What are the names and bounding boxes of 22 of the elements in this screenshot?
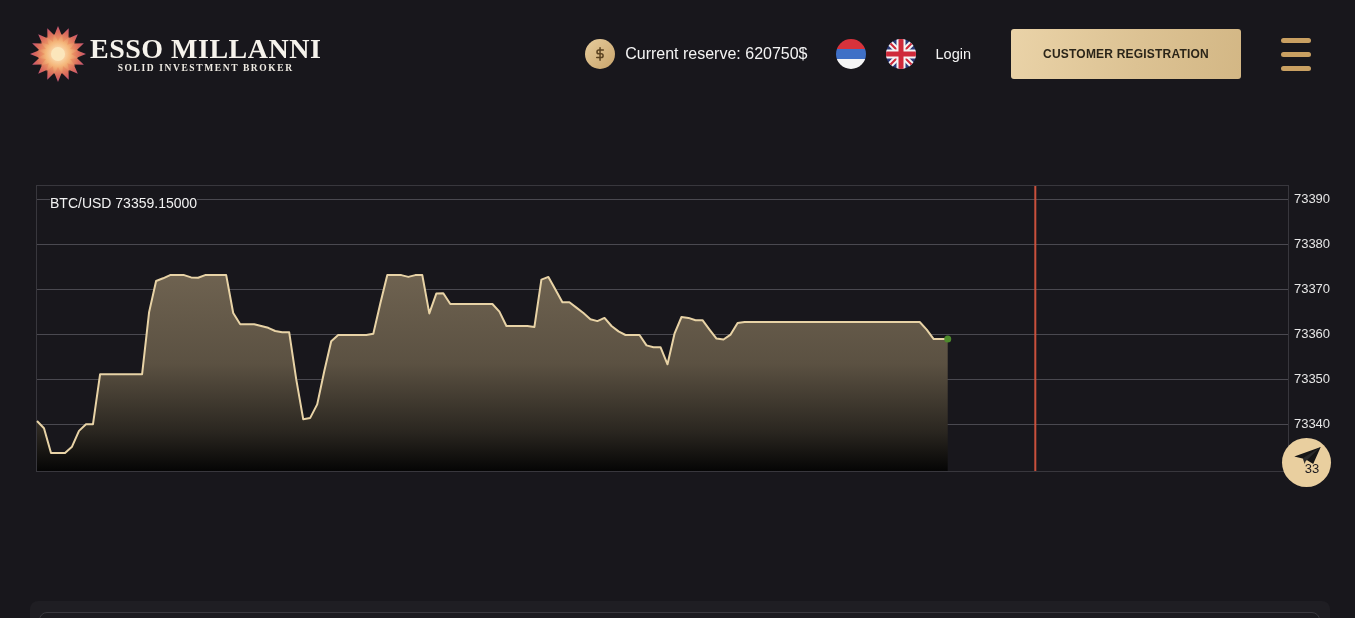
- send-message-button[interactable]: [1282, 438, 1331, 487]
- sunburst-logo-icon: [30, 26, 86, 82]
- paper-plane-icon: [1294, 446, 1321, 464]
- y-axis-label: 73360: [1293, 327, 1331, 342]
- customer-registration-button[interactable]: CUSTOMER REGISTRATION: [1011, 29, 1241, 79]
- last-price-dot-icon: [944, 335, 952, 343]
- y-axis-label: 73390: [1293, 192, 1331, 207]
- union-jack-flag-icon[interactable]: [885, 39, 916, 69]
- menu-button[interactable]: [1281, 37, 1311, 71]
- y-axis-label: 73340: [1293, 417, 1331, 432]
- y-axis-label: 73380: [1293, 237, 1331, 252]
- y-axis-label: 33: [1304, 464, 1320, 474]
- chart-title: BTC/USD 73359.15000: [50, 196, 198, 210]
- reserve-label: Current reserve: 620750$: [625, 44, 808, 64]
- dollar-coin-icon: [585, 39, 616, 69]
- y-axis-label: 73350: [1293, 372, 1331, 387]
- tricolor-flag-icon[interactable]: [835, 39, 866, 69]
- login-link[interactable]: Login: [935, 45, 971, 63]
- menu-icon: [1281, 37, 1311, 71]
- brand-name: ESSO MILLANNI: [90, 34, 322, 63]
- y-axis-label: 73370: [1293, 282, 1331, 297]
- brand-tagline: SOLID INVESTMENT BROKER: [117, 62, 294, 74]
